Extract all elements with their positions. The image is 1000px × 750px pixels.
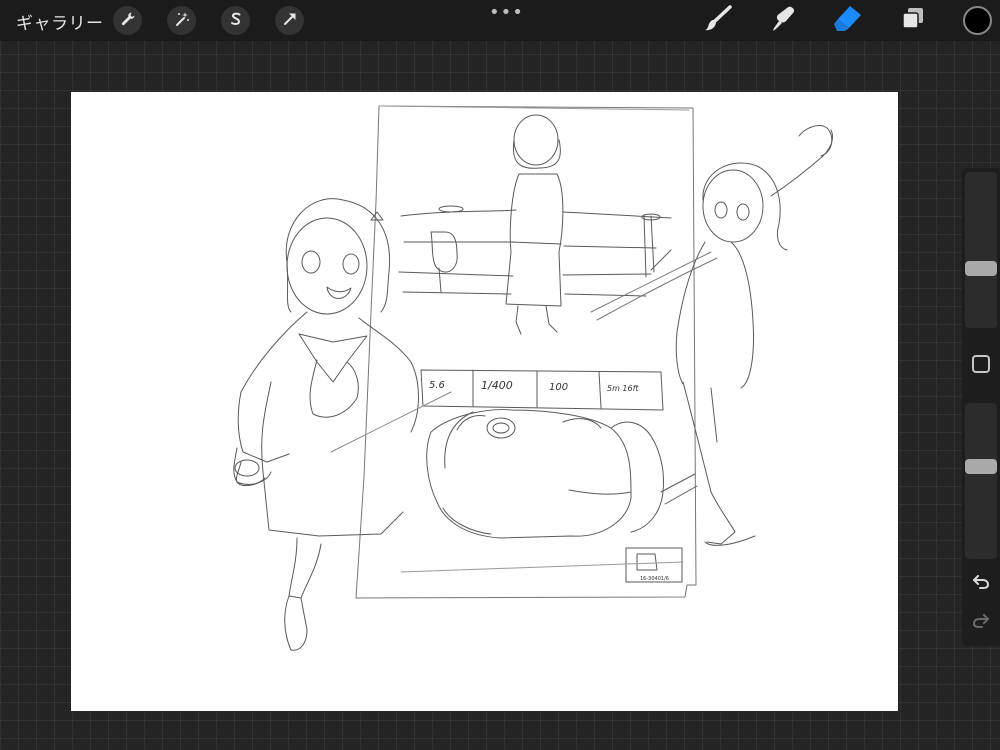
transform-button[interactable] — [275, 6, 304, 35]
brush-tool-button[interactable] — [703, 5, 733, 35]
brush-size-slider[interactable] — [965, 172, 997, 328]
exposure-shutter: 1/400 — [481, 379, 513, 392]
color-picker-swatch[interactable] — [963, 6, 992, 35]
actions-button[interactable] — [113, 6, 142, 35]
drawing-canvas[interactable]: 5.6 1/400 100 5m 16ft 16-30401/6 — [71, 92, 898, 711]
selection-s-icon — [228, 11, 244, 31]
undo-button[interactable] — [970, 572, 992, 594]
opacity-thumb[interactable] — [965, 459, 997, 474]
wrench-icon — [120, 11, 136, 31]
top-toolbar: ギャラリー ••• — [0, 0, 1000, 41]
exposure-distance: 5m 16ft — [607, 384, 639, 393]
smudge-icon — [769, 4, 797, 36]
selection-button[interactable] — [221, 6, 250, 35]
magic-wand-icon — [174, 11, 190, 31]
smudge-tool-button[interactable] — [768, 5, 798, 35]
brush-icon — [704, 4, 732, 36]
more-menu-dots[interactable]: ••• — [489, 2, 524, 23]
redo-icon — [972, 613, 990, 632]
exposure-aperture: 5.6 — [429, 380, 445, 391]
right-sidebar — [962, 168, 1000, 646]
opacity-slider[interactable] — [965, 403, 997, 559]
adjustments-button[interactable] — [167, 6, 196, 35]
redo-button[interactable] — [970, 611, 992, 633]
sketch-signature: 16-30401/6 — [640, 576, 669, 582]
eraser-icon — [833, 4, 863, 36]
arrow-cursor-icon — [282, 11, 298, 31]
undo-icon — [972, 574, 990, 593]
layers-icon — [900, 5, 926, 35]
gallery-button[interactable]: ギャラリー — [16, 9, 104, 34]
eraser-tool-button[interactable] — [833, 5, 863, 35]
exposure-iso: 100 — [549, 382, 568, 393]
modify-button[interactable] — [972, 355, 990, 373]
layers-button[interactable] — [898, 5, 928, 35]
pencil-sketch: 5.6 1/400 100 5m 16ft 16-30401/6 — [233, 105, 834, 651]
brush-size-thumb[interactable] — [965, 261, 997, 276]
